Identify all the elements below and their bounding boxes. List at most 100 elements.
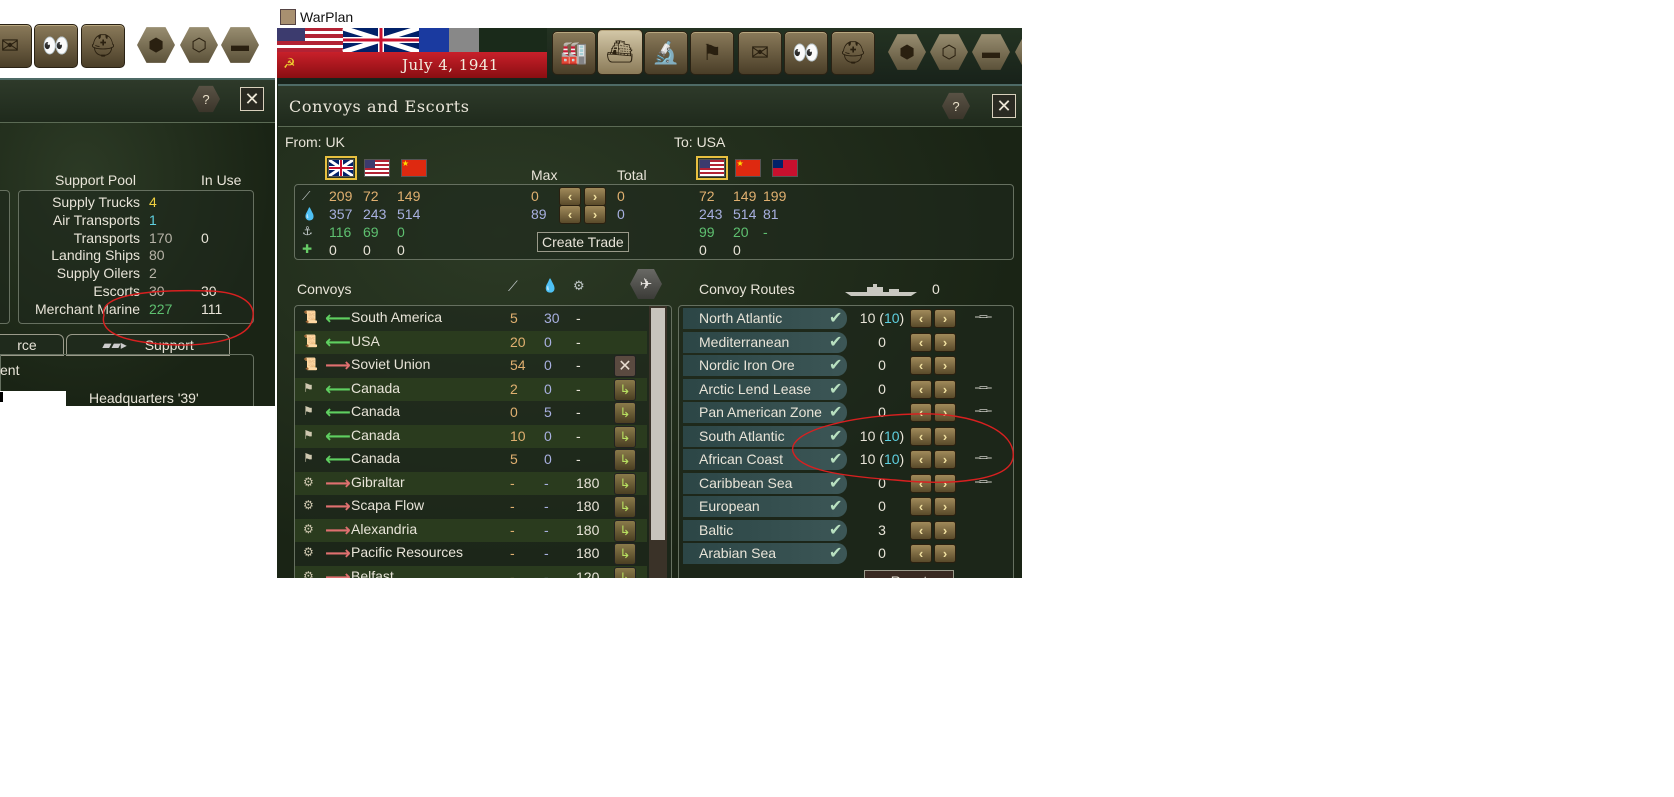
route-decrease-button[interactable]: ‹	[910, 379, 932, 399]
convoy-route-row[interactable]: European ✔ 0 ‹ ›	[679, 495, 1011, 518]
checkmark-icon[interactable]: ✔	[829, 496, 842, 516]
uk-flag-icon[interactable]	[325, 156, 357, 180]
convoy-route-row[interactable]: Nordic Iron Ore ✔ 0 ‹ ›	[679, 354, 1011, 377]
orders-toolbar-button[interactable]: ✉	[0, 24, 32, 68]
route-value: 0	[878, 380, 886, 397]
contract-icon: 📜	[303, 333, 318, 348]
route-increase-button[interactable]: ›	[934, 497, 956, 516]
hex-toolbar-button-2[interactable]: ⬡	[179, 25, 219, 65]
army-toolbar-button-right[interactable]: ⛑	[831, 31, 875, 75]
annotation-circle-left	[102, 289, 254, 346]
convoy-route-row[interactable]: Baltic ✔ 3 ‹ ›	[679, 519, 1011, 542]
max-decrease-button-1[interactable]: ‹	[559, 187, 581, 206]
route-increase-button[interactable]: ›	[934, 332, 956, 352]
convoy-row[interactable]: ⚙ ⟶ Gibraltar - - 180 ↳	[295, 471, 647, 495]
usa-flag-icon[interactable]	[696, 156, 728, 180]
route-increase-button[interactable]: ›	[934, 356, 956, 375]
orders-toolbar-button-right[interactable]: ✉	[738, 31, 782, 75]
close-button[interactable]: ✕	[992, 94, 1016, 118]
left-close-button[interactable]: ✕	[240, 87, 264, 111]
plane-icon: ✈	[639, 276, 653, 293]
route-increase-button[interactable]: ›	[934, 379, 956, 399]
tab-force[interactable]: rce	[0, 334, 64, 356]
convoy-row[interactable]: ⚙ ⟶ Pacific Resources - - 180 ↳	[295, 542, 647, 565]
escort-ship-icon: ⎯═⎯	[975, 311, 992, 323]
checkmark-icon[interactable]: ✔	[829, 332, 842, 352]
delete-convoy-button[interactable]: ✕	[614, 355, 636, 377]
convoy-route-row[interactable]: Arctic Lend Lease ✔ 0 ‹ › ⎯═⎯	[679, 378, 1011, 401]
reroute-convoy-button[interactable]: ↳	[614, 449, 636, 471]
convoy-oil-value: 30	[544, 310, 560, 326]
route-decrease-button[interactable]: ‹	[910, 356, 932, 375]
reset-button[interactable]: Reset	[864, 570, 954, 578]
max-increase-button-1[interactable]: ›	[584, 187, 606, 206]
route-decrease-button[interactable]: ‹	[910, 497, 932, 516]
route-name: North Atlantic	[699, 310, 783, 326]
route-increase-button[interactable]: ›	[934, 520, 956, 540]
route-decrease-button[interactable]: ‹	[910, 544, 932, 563]
hex-toolbar-button-right-4[interactable]	[1014, 32, 1022, 72]
reroute-convoy-button[interactable]: ↳	[614, 402, 636, 424]
convoy-row[interactable]: ⚑ ⟵ Canada 10 0 - ↳	[295, 424, 647, 448]
usa-flag-icon[interactable]	[364, 159, 391, 177]
diplomacy-toolbar-button[interactable]: ⚑	[690, 31, 734, 75]
route-decrease-button[interactable]: ‹	[910, 332, 932, 352]
support-pool-value: 2	[149, 265, 157, 282]
reroute-convoy-button[interactable]: ↳	[614, 472, 636, 495]
route-name: Arabian Sea	[699, 545, 777, 561]
convoy-row[interactable]: ⚙ ⟶ Alexandria - - 180 ↳	[295, 518, 647, 542]
convoy-route-row[interactable]: Arabian Sea ✔ 0 ‹ ›	[679, 542, 1011, 565]
intel-toolbar-button-right[interactable]: 👀	[784, 31, 828, 75]
hex-toolbar-button-right-2[interactable]: ⬡	[929, 32, 969, 72]
checkmark-icon[interactable]: ✔	[829, 355, 842, 375]
intel-toolbar-button[interactable]: 👀	[34, 24, 78, 68]
route-increase-button[interactable]: ›	[934, 309, 956, 328]
checkmark-icon[interactable]: ✔	[829, 520, 842, 540]
left-lower-text: ent	[0, 362, 20, 378]
reroute-convoy-button[interactable]: ↳	[614, 543, 636, 565]
convoy-route-row[interactable]: North Atlantic ✔ 10 (10) ‹ › ⎯═⎯	[679, 307, 1011, 330]
convoys-scroll-thumb[interactable]	[651, 308, 665, 540]
convoy-row[interactable]: ⚑ ⟵ Canada 5 0 - ↳	[295, 448, 647, 471]
china-flag-icon[interactable]: ★	[400, 159, 427, 177]
reroute-convoy-button[interactable]: ↳	[614, 519, 636, 542]
reroute-convoy-button[interactable]: ↳	[614, 378, 636, 401]
convoy-row[interactable]: 📜 ⟵ USA 20 0 -	[295, 330, 647, 354]
hex-toolbar-button-1[interactable]: ⬢	[136, 25, 176, 65]
hex-toolbar-button-right-3[interactable]: ▬	[971, 32, 1011, 72]
convoy-row[interactable]: ⚑ ⟵ Canada 0 5 - ↳	[295, 401, 647, 424]
route-decrease-button[interactable]: ‹	[910, 520, 932, 540]
reroute-convoy-button[interactable]: ↳	[614, 425, 636, 448]
convoys-scrollbar[interactable]	[649, 306, 667, 578]
convoy-route-row[interactable]: Mediterranean ✔ 0 ‹ ›	[679, 331, 1011, 354]
helmet-icon: ⛑	[839, 40, 867, 65]
convoy-row[interactable]: 📜 ⟵ South America 5 30-	[295, 307, 647, 330]
china-flag-icon[interactable]: ★	[735, 159, 762, 177]
reroute-convoy-button[interactable]: ↳	[614, 496, 636, 518]
convoy-row[interactable]: ⚙ ⟶ Scapa Flow - - 180 ↳	[295, 495, 647, 518]
checkmark-icon[interactable]: ✔	[829, 379, 842, 399]
hex-toolbar-button-3[interactable]: ▬	[220, 25, 260, 65]
convoy-row[interactable]: 📜 ⟶ Soviet Union 54 0 - ✕	[295, 354, 647, 377]
create-trade-button[interactable]: Create Trade	[537, 232, 629, 252]
new-convoy-button[interactable]: ✈	[630, 268, 662, 300]
checkmark-icon[interactable]: ✔	[829, 308, 842, 328]
convoy-name: Canada	[351, 403, 401, 419]
hex-toolbar-button-right-1[interactable]: ⬢	[887, 32, 927, 72]
convoy-row[interactable]: ⚑ ⟵ Canada 2 0 - ↳	[295, 377, 647, 401]
to-value: 20	[733, 224, 749, 240]
convoy-row[interactable]: ⚙ ⟶ Belfast - - 120 ↳	[295, 565, 647, 578]
from-flags: ★	[325, 156, 427, 180]
route-decrease-button[interactable]: ‹	[910, 309, 932, 328]
checkmark-icon[interactable]: ✔	[829, 543, 842, 563]
red-ensign-flag-icon[interactable]	[771, 159, 798, 177]
naval-toolbar-button[interactable]: ⛴	[597, 29, 643, 75]
route-increase-button[interactable]: ›	[934, 544, 956, 563]
production-toolbar-button[interactable]: 🏭	[552, 31, 596, 75]
reroute-convoy-button[interactable]: ↳	[614, 566, 636, 578]
from-value: 357	[329, 206, 353, 222]
max-decrease-button-2[interactable]: ‹	[559, 205, 581, 224]
research-toolbar-button[interactable]: 🔬	[644, 31, 688, 75]
army-toolbar-button[interactable]: ⛑	[81, 24, 125, 68]
max-increase-button-2[interactable]: ›	[584, 205, 606, 224]
